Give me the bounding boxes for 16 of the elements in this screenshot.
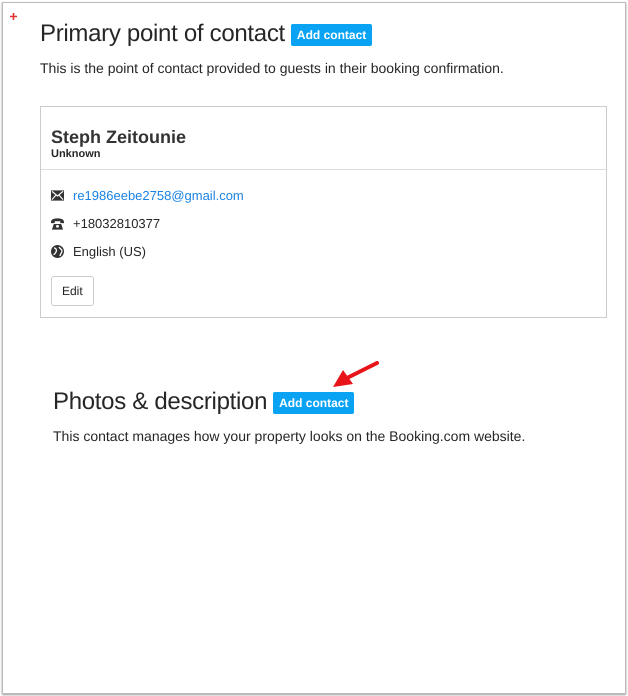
contact-role: Unknown (51, 148, 102, 160)
section-title: Primary point of contact (40, 20, 285, 48)
section-title: Photos & description (53, 388, 268, 416)
contact-name: Steph Zeitounie (51, 127, 187, 148)
edit-button[interactable]: Edit (51, 276, 94, 306)
cross-mark-icon (10, 13, 17, 20)
email-link[interactable]: re1986eebe2758@gmail.com (73, 188, 244, 203)
globe-icon (51, 245, 64, 258)
add-contact-button[interactable]: Add contact (273, 392, 354, 414)
envelope-icon (51, 190, 64, 201)
section-description: This contact manages how your property looks on the Booking.com website. (53, 428, 526, 444)
phone-number: +18032810377 (73, 216, 160, 231)
add-contact-button[interactable]: Add contact (290, 24, 372, 46)
language-text: English (US) (73, 244, 146, 259)
section-description: This is the point of contact provided to guests in their booking confirmation. (40, 60, 505, 76)
phone-icon (51, 218, 64, 230)
